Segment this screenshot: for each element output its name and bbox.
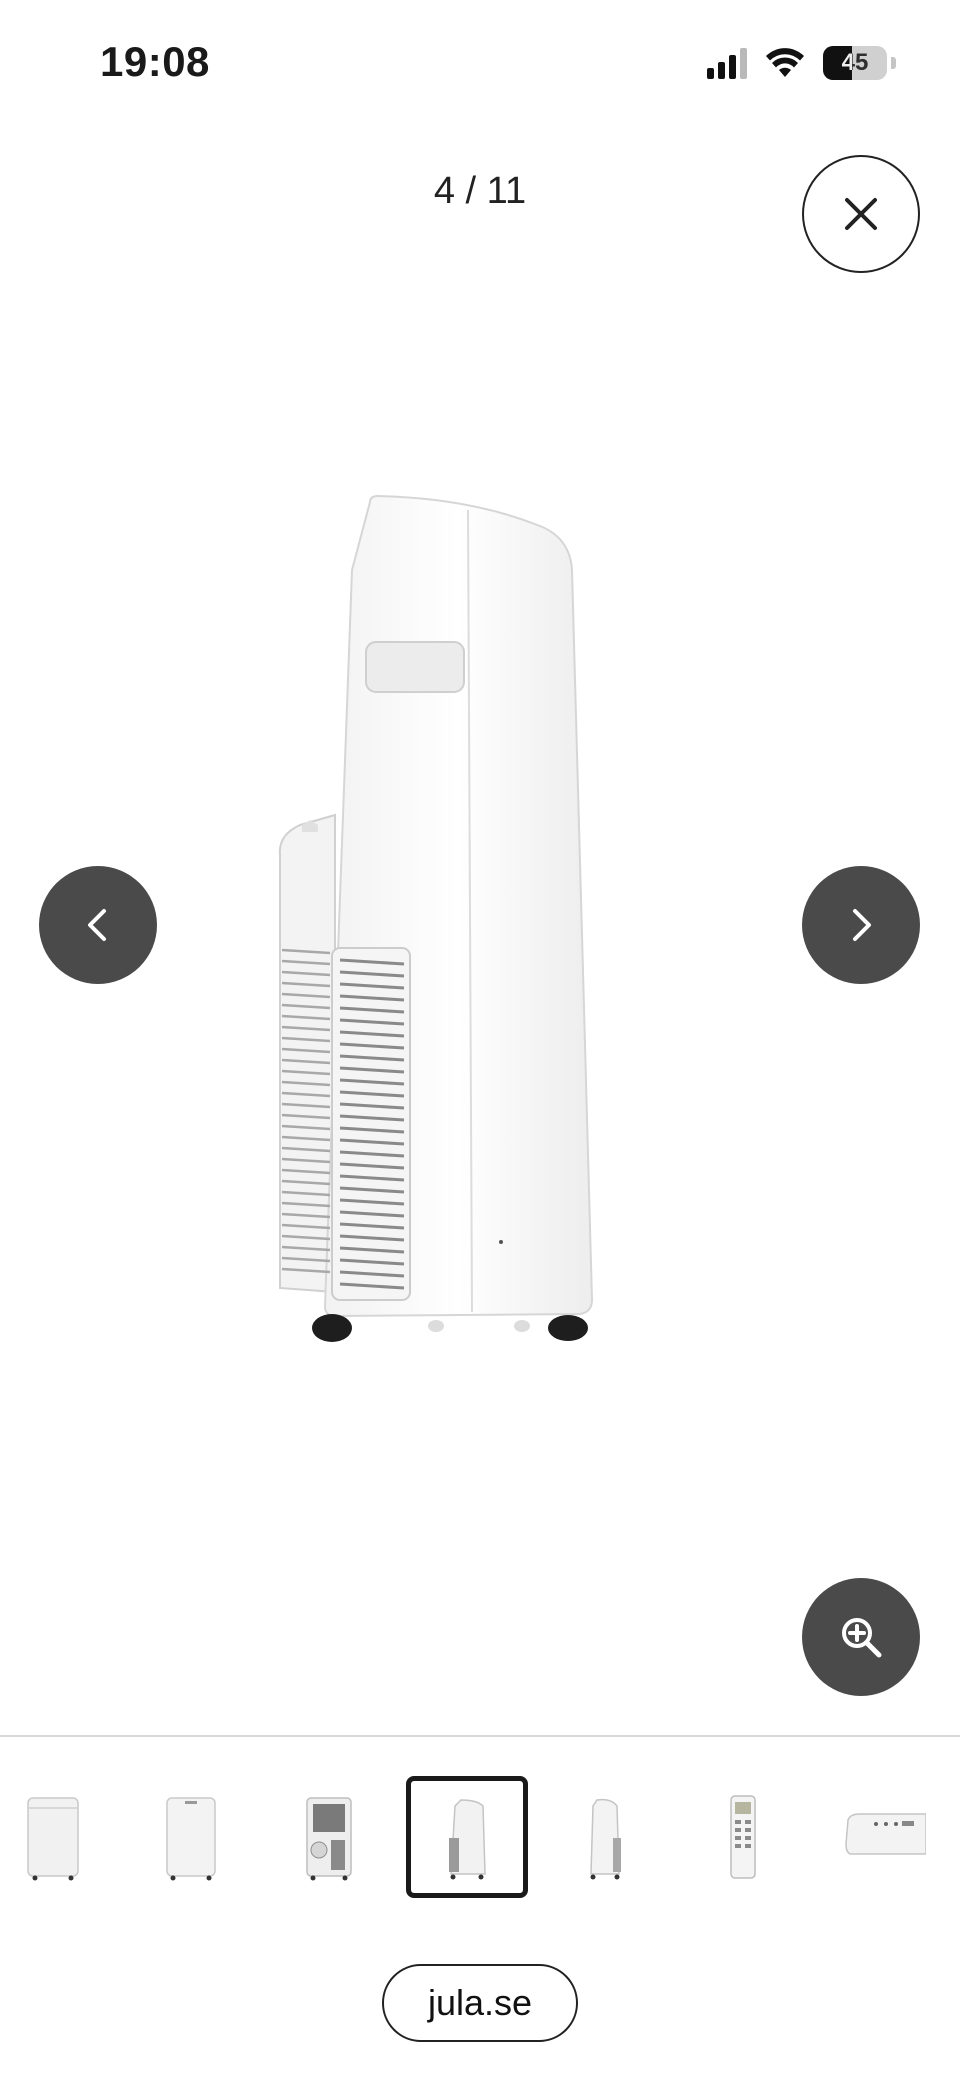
domain-link[interactable]: jula.se [382, 1964, 578, 2042]
thumbnail-image-side-right [590, 1798, 621, 1880]
clock: 19:08 [100, 38, 210, 85]
thumbnail-4[interactable] [406, 1776, 528, 1898]
battery-icon: 45 [823, 46, 887, 80]
thumbnail-image-back [306, 1797, 352, 1881]
close-button[interactable] [802, 155, 920, 273]
cellular-signal-icon [707, 47, 747, 79]
thumbnail-3[interactable] [268, 1776, 390, 1898]
thumbnail-image-top [845, 1813, 926, 1855]
zoom-button[interactable] [802, 1578, 920, 1696]
chevron-left-icon [88, 909, 106, 941]
thumbnail-1[interactable] [0, 1776, 114, 1898]
previous-image-button[interactable] [39, 866, 157, 984]
thumbnail-6[interactable] [682, 1776, 804, 1898]
chevron-right-icon [853, 909, 871, 941]
status-bar: 19:08 45 [0, 0, 960, 120]
thumbnail-7[interactable] [820, 1776, 942, 1898]
status-icons: 45 [707, 46, 896, 80]
battery-percentage: 45 [841, 49, 869, 76]
next-image-button[interactable] [802, 866, 920, 984]
product-image [278, 494, 594, 1342]
thumbnail-image-remote [730, 1795, 756, 1879]
thumbnail-divider [0, 1735, 960, 1737]
close-icon [845, 198, 877, 230]
thumbnail-strip[interactable] [0, 1776, 960, 1900]
thumbnail-2[interactable] [130, 1776, 252, 1898]
wifi-icon [766, 48, 804, 77]
thumbnail-image-front-angled [166, 1797, 216, 1881]
zoom-in-icon [842, 1618, 882, 1658]
thumbnail-5[interactable] [544, 1776, 666, 1898]
thumbnail-image-side [449, 1799, 486, 1880]
battery-nub [891, 57, 896, 69]
thumbnail-image-front [27, 1797, 79, 1881]
